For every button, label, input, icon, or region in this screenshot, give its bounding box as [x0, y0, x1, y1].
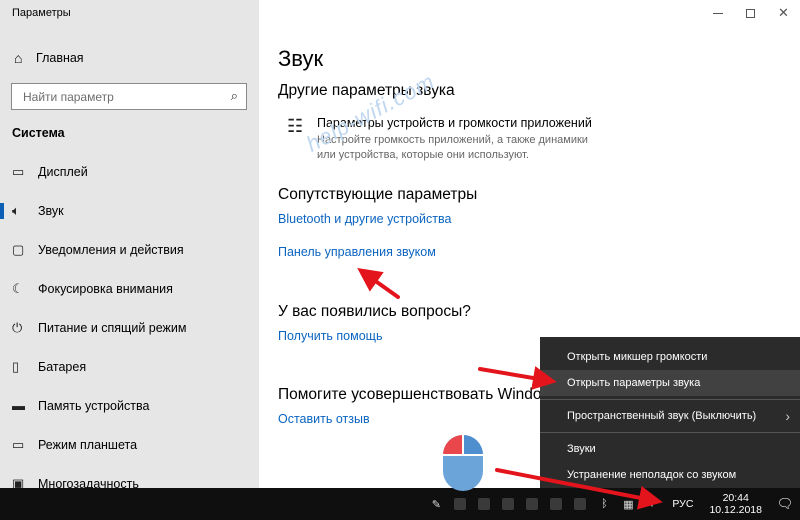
power-icon: ⏻ — [12, 319, 23, 335]
menu-item-volume-mixer[interactable]: Открыть микшер громкости — [540, 344, 800, 370]
display-icon: ▭ — [12, 163, 25, 179]
bluetooth-link[interactable]: Bluetooth и другие устройства — [278, 212, 451, 226]
sound-control-panel-link[interactable]: Панель управления звуком — [278, 245, 436, 259]
mixer-description: Настройте громкость приложений, а также … — [317, 134, 588, 161]
menu-item-troubleshoot[interactable]: Устранение неполадок со звуком — [540, 462, 800, 488]
sidebar: Параметры ⌂ Главная Найти параметр ⌕ Сис… — [0, 0, 259, 491]
sidebar-item-battery[interactable]: ▯ Батарея — [0, 347, 259, 386]
get-help-link[interactable]: Получить помощь — [278, 329, 382, 343]
tray-app-icon[interactable] — [523, 497, 541, 511]
language-indicator[interactable]: РУС — [672, 498, 693, 510]
speaker-icon: 🔈︎ — [12, 202, 20, 218]
tray-app-icon[interactable] — [571, 497, 589, 511]
sidebar-item-label: Фокусировка внимания — [38, 281, 173, 296]
mixer-title: Параметры устройств и громкости приложен… — [317, 116, 592, 130]
sidebar-item-display[interactable]: ▭ Дисплей — [0, 152, 259, 191]
speaker-tray-icon[interactable]: 🔈︎ — [643, 497, 661, 511]
clock-date: 10.12.2018 — [709, 504, 762, 516]
storage-icon: ▬ — [12, 398, 25, 413]
sidebar-item-label: Режим планшета — [38, 437, 138, 452]
system-tray: ✎ ᛒ ▦ 🔈︎ РУС 20:44 10.12.2018 🗨︎ — [424, 488, 800, 520]
chevron-right-icon: › — [785, 408, 790, 424]
home-icon: ⌂ — [14, 50, 23, 66]
clock-time: 20:44 — [722, 492, 749, 504]
sidebar-item-power[interactable]: ⏻ Питание и спящий режим — [0, 308, 259, 347]
sidebar-item-storage[interactable]: ▬ Память устройства — [0, 386, 259, 425]
sliders-icon: ☷ — [287, 116, 304, 136]
search-icon: ⌕ — [230, 88, 238, 103]
sidebar-item-label: Питание и спящий режим — [38, 320, 187, 335]
page-title: Звук — [278, 46, 324, 71]
menu-item-sounds[interactable]: Звуки — [540, 436, 800, 462]
tray-app-icon[interactable] — [451, 497, 469, 511]
questions-heading: У вас появились вопросы? — [278, 303, 471, 320]
sidebar-item-sound[interactable]: 🔈︎ Звук — [0, 191, 259, 230]
tray-app-icon[interactable] — [547, 497, 565, 511]
menu-separator — [540, 432, 800, 433]
pen-icon[interactable]: ✎ — [427, 497, 445, 511]
tray-app-icon[interactable] — [475, 497, 493, 511]
search-input[interactable]: Найти параметр ⌕ — [11, 83, 247, 110]
notification-center-button[interactable]: 🗨︎ — [770, 488, 800, 520]
moon-icon: ☾ — [12, 280, 24, 296]
sidebar-item-label: Память устройства — [38, 398, 150, 413]
context-menu: Открыть микшер громкости Открыть парамет… — [540, 337, 800, 488]
network-icon[interactable]: ▦ — [619, 497, 637, 511]
sidebar-item-tablet[interactable]: ▭ Режим планшета — [0, 425, 259, 464]
sidebar-item-label: Уведомления и действия — [38, 242, 184, 257]
sidebar-item-label: Батарея — [38, 359, 87, 374]
menu-item-sound-settings[interactable]: Открыть параметры звука — [540, 370, 800, 396]
search-placeholder: Найти параметр — [23, 90, 114, 104]
sidebar-item-notifications[interactable]: ▢ Уведомления и действия — [0, 230, 259, 269]
tablet-icon: ▭ — [12, 436, 25, 452]
other-params-heading: Другие параметры звука — [278, 82, 455, 99]
related-heading: Сопутствующие параметры — [278, 186, 478, 203]
taskbar: ✎ ᛒ ▦ 🔈︎ РУС 20:44 10.12.2018 🗨︎ — [0, 488, 800, 520]
menu-item-spatial-sound[interactable]: Пространственный звук (Выключить) › — [540, 403, 800, 429]
notifications-icon: ▢ — [12, 241, 25, 257]
improve-heading: Помогите усовершенствовать Windows — [278, 386, 561, 403]
sidebar-nav: ▭ Дисплей 🔈︎ Звук ▢ Уведомления и действ… — [0, 152, 259, 503]
sidebar-item-focus[interactable]: ☾ Фокусировка внимания — [0, 269, 259, 308]
sidebar-section-title: Система — [12, 126, 65, 140]
feedback-link[interactable]: Оставить отзыв — [278, 412, 370, 426]
window-title: Параметры — [12, 7, 71, 19]
home-label: Главная — [36, 51, 84, 65]
home-link[interactable]: ⌂ Главная — [14, 50, 84, 66]
mixer-settings-link[interactable]: ☷ Параметры устройств и громкости прилож… — [287, 116, 607, 163]
notification-icon: 🗨︎ — [776, 496, 794, 511]
bluetooth-icon[interactable]: ᛒ — [595, 497, 613, 511]
menu-separator — [540, 399, 800, 400]
tray-app-icon[interactable] — [499, 497, 517, 511]
battery-icon: ▯ — [12, 358, 20, 374]
sidebar-item-label: Звук — [38, 203, 64, 218]
sidebar-item-label: Дисплей — [38, 164, 88, 179]
menu-item-label: Пространственный звук (Выключить) — [567, 410, 757, 422]
clock[interactable]: 20:44 10.12.2018 — [709, 492, 762, 516]
